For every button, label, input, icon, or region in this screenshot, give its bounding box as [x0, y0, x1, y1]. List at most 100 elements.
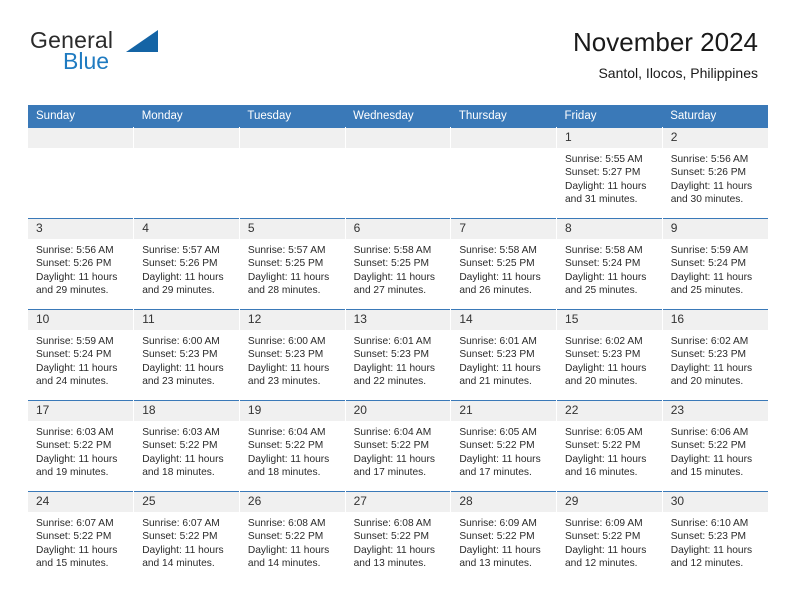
calendar-day-cell[interactable]: 6 Sunrise: 5:58 AM Sunset: 5:25 PM Daylight…	[345, 218, 452, 310]
calendar-day-cell[interactable]: 18 Sunrise: 6:03 AM Sunset: 5:22 PM Dayligh…	[133, 400, 240, 492]
day-cell-inner	[345, 128, 451, 218]
day-number: 23	[662, 401, 768, 421]
sunrise-text: Sunrise: 5:56 AM	[36, 245, 114, 256]
day-cell-inner: 27 Sunrise: 6:08 AM Sunset: 5:22 PM Dayligh…	[345, 492, 451, 582]
sunrise-text: Sunrise: 6:05 AM	[459, 427, 537, 438]
sunrise-text: Sunrise: 5:56 AM	[670, 154, 749, 165]
day-number: 19	[239, 401, 345, 421]
calendar-day-cell[interactable]: 21 Sunrise: 6:05 AM Sunset: 5:22 PM Dayligh…	[450, 400, 558, 492]
calendar-day-cell[interactable]: 2 Sunrise: 5:56 AM Sunset: 5:26 PM Daylight…	[662, 127, 768, 219]
day-info: Sunrise: 5:58 AM Sunset: 5:25 PM Daylight:…	[346, 239, 451, 298]
daylight-text: Daylight: 11 hours and 25 minutes.	[565, 271, 647, 297]
calendar-day-cell[interactable]: 25 Sunrise: 6:07 AM Sunset: 5:22 PM Dayligh…	[133, 491, 240, 582]
sunset-text: Sunset: 5:23 PM	[670, 349, 747, 361]
day-number: 26	[239, 492, 345, 512]
day-number: 22	[557, 401, 662, 421]
day-info: Sunrise: 5:57 AM Sunset: 5:25 PM Daylight:…	[240, 239, 345, 298]
day-cell-inner: 9 Sunrise: 5:59 AM Sunset: 5:24 PM Daylight…	[662, 219, 768, 309]
day-cell-inner: 10 Sunrise: 5:59 AM Sunset: 5:24 PM Dayligh…	[28, 310, 134, 400]
day-number: 27	[345, 492, 451, 512]
calendar-body: 1 Sunrise: 5:55 AM Sunset: 5:27 PM Daylight…	[28, 127, 768, 582]
calendar-day-cell[interactable]: 16 Sunrise: 6:02 AM Sunset: 5:23 PM Dayligh…	[662, 309, 768, 401]
triangle-icon	[126, 30, 158, 52]
sunrise-text: Sunrise: 5:59 AM	[36, 336, 114, 347]
weekday-header-sunday: Sunday	[28, 105, 134, 128]
day-info: Sunrise: 6:07 AM Sunset: 5:22 PM Daylight:…	[28, 512, 133, 571]
calendar-day-cell[interactable]: 19 Sunrise: 6:04 AM Sunset: 5:22 PM Dayligh…	[239, 400, 346, 492]
sunset-text: Sunset: 5:22 PM	[565, 440, 641, 452]
sunrise-text: Sunrise: 6:01 AM	[459, 336, 537, 347]
day-info: Sunrise: 6:01 AM Sunset: 5:23 PM Daylight:…	[451, 330, 556, 389]
calendar-day-cell[interactable]: 11 Sunrise: 6:00 AM Sunset: 5:23 PM Dayligh…	[133, 309, 240, 401]
day-cell-inner: 13 Sunrise: 6:01 AM Sunset: 5:23 PM Dayligh…	[345, 310, 451, 400]
sunset-text: Sunset: 5:22 PM	[459, 440, 535, 452]
calendar-day-cell[interactable]: 23 Sunrise: 6:06 AM Sunset: 5:22 PM Dayligh…	[662, 400, 768, 492]
daylight-text: Daylight: 11 hours and 18 minutes.	[247, 453, 330, 479]
calendar-day-cell[interactable]: 1 Sunrise: 5:55 AM Sunset: 5:27 PM Daylight…	[556, 127, 663, 219]
day-number: 3	[28, 219, 134, 239]
day-info: Sunrise: 6:01 AM Sunset: 5:23 PM Daylight:…	[346, 330, 451, 389]
day-cell-inner: 26 Sunrise: 6:08 AM Sunset: 5:22 PM Dayligh…	[239, 492, 345, 582]
sunrise-text: Sunrise: 6:00 AM	[247, 336, 326, 347]
day-cell-inner: 7 Sunrise: 5:58 AM Sunset: 5:25 PM Daylight…	[451, 219, 557, 309]
calendar-day-cell[interactable]: 13 Sunrise: 6:01 AM Sunset: 5:23 PM Dayligh…	[345, 309, 452, 401]
weekday-header-thursday: Thursday	[450, 105, 557, 128]
day-info: Sunrise: 6:03 AM Sunset: 5:22 PM Daylight:…	[134, 421, 239, 480]
daylight-text: Daylight: 11 hours and 23 minutes.	[247, 362, 330, 388]
day-number: 10	[28, 310, 134, 330]
calendar-day-cell[interactable]: 4 Sunrise: 5:57 AM Sunset: 5:26 PM Daylight…	[133, 218, 240, 310]
calendar-day-cell[interactable]: 3 Sunrise: 5:56 AM Sunset: 5:26 PM Daylight…	[28, 218, 135, 310]
day-info: Sunrise: 6:04 AM Sunset: 5:22 PM Daylight:…	[346, 421, 451, 480]
sunrise-text: Sunrise: 6:06 AM	[670, 427, 749, 438]
calendar-day-cell[interactable]: 26 Sunrise: 6:08 AM Sunset: 5:22 PM Dayligh…	[239, 491, 346, 582]
day-info: Sunrise: 6:03 AM Sunset: 5:22 PM Daylight:…	[28, 421, 133, 480]
calendar-header-row: Sunday Monday Tuesday Wednesday Thursday Frid…	[28, 105, 768, 128]
day-cell-inner: 15 Sunrise: 6:02 AM Sunset: 5:23 PM Dayligh…	[557, 310, 662, 400]
daylight-text: Daylight: 11 hours and 30 minutes.	[670, 180, 753, 206]
sunset-text: Sunset: 5:22 PM	[459, 531, 535, 543]
day-number: 6	[345, 219, 451, 239]
calendar-day-cell[interactable]: 10 Sunrise: 5:59 AM Sunset: 5:24 PM Dayligh…	[28, 309, 135, 401]
sunrise-text: Sunrise: 5:58 AM	[353, 245, 432, 256]
logo[interactable]: General Blue	[30, 28, 240, 78]
calendar-day-cell[interactable]: 27 Sunrise: 6:08 AM Sunset: 5:22 PM Dayligh…	[345, 491, 452, 582]
day-info: Sunrise: 6:10 AM Sunset: 5:23 PM Daylight:…	[663, 512, 768, 571]
calendar-day-cell[interactable]: 24 Sunrise: 6:07 AM Sunset: 5:22 PM Dayligh…	[28, 491, 135, 582]
day-number: 18	[134, 401, 239, 421]
day-info: Sunrise: 6:09 AM Sunset: 5:22 PM Daylight:…	[557, 512, 662, 571]
sunrise-text: Sunrise: 6:07 AM	[142, 518, 220, 529]
calendar-day-cell[interactable]: 22 Sunrise: 6:05 AM Sunset: 5:22 PM Dayligh…	[556, 400, 663, 492]
calendar-day-cell[interactable]: 12 Sunrise: 6:00 AM Sunset: 5:23 PM Dayligh…	[239, 309, 346, 401]
day-number: 14	[451, 310, 557, 330]
sunset-text: Sunset: 5:27 PM	[565, 167, 641, 179]
day-cell-inner: 4 Sunrise: 5:57 AM Sunset: 5:26 PM Daylight…	[134, 219, 239, 309]
day-number: 8	[557, 219, 662, 239]
calendar-day-cell[interactable]: 17 Sunrise: 6:03 AM Sunset: 5:22 PM Dayligh…	[28, 400, 135, 492]
daylight-text: Daylight: 11 hours and 18 minutes.	[142, 453, 224, 479]
calendar-day-cell[interactable]: 14 Sunrise: 6:01 AM Sunset: 5:23 PM Dayligh…	[450, 309, 558, 401]
daylight-text: Daylight: 11 hours and 16 minutes.	[565, 453, 647, 479]
day-cell-inner: 17 Sunrise: 6:03 AM Sunset: 5:22 PM Dayligh…	[28, 401, 134, 491]
title-block: November 2024 Santol, Ilocos, Philippine…	[573, 26, 758, 83]
day-number: 2	[662, 128, 768, 148]
calendar-day-cell[interactable]: 20 Sunrise: 6:04 AM Sunset: 5:22 PM Dayligh…	[345, 400, 452, 492]
sunrise-text: Sunrise: 6:02 AM	[670, 336, 749, 347]
calendar-day-cell[interactable]: 29 Sunrise: 6:09 AM Sunset: 5:22 PM Dayligh…	[556, 491, 663, 582]
daylight-text: Daylight: 11 hours and 26 minutes.	[459, 271, 541, 297]
calendar-day-cell[interactable]: 28 Sunrise: 6:09 AM Sunset: 5:22 PM Dayligh…	[450, 491, 558, 582]
calendar-day-cell[interactable]: 30 Sunrise: 6:10 AM Sunset: 5:23 PM Dayligh…	[662, 491, 768, 582]
calendar-day-cell[interactable]: 8 Sunrise: 5:58 AM Sunset: 5:24 PM Daylight…	[556, 218, 663, 310]
day-number	[451, 128, 557, 148]
day-info: Sunrise: 6:02 AM Sunset: 5:23 PM Daylight:…	[557, 330, 662, 389]
calendar-day-cell[interactable]: 5 Sunrise: 5:57 AM Sunset: 5:25 PM Daylight…	[239, 218, 346, 310]
day-cell-inner: 23 Sunrise: 6:06 AM Sunset: 5:22 PM Dayligh…	[662, 401, 768, 491]
sunrise-text: Sunrise: 6:10 AM	[670, 518, 749, 529]
sunrise-text: Sunrise: 5:58 AM	[459, 245, 537, 256]
day-cell-inner: 29 Sunrise: 6:09 AM Sunset: 5:22 PM Dayligh…	[557, 492, 662, 582]
calendar-day-cell[interactable]: 9 Sunrise: 5:59 AM Sunset: 5:24 PM Daylight…	[662, 218, 768, 310]
sunset-text: Sunset: 5:22 PM	[36, 531, 112, 543]
calendar-day-cell[interactable]: 15 Sunrise: 6:02 AM Sunset: 5:23 PM Dayligh…	[556, 309, 663, 401]
calendar-day-cell[interactable]: 7 Sunrise: 5:58 AM Sunset: 5:25 PM Daylight…	[450, 218, 558, 310]
logo-text-blue: Blue	[63, 48, 110, 74]
day-info: Sunrise: 6:05 AM Sunset: 5:22 PM Daylight:…	[451, 421, 556, 480]
